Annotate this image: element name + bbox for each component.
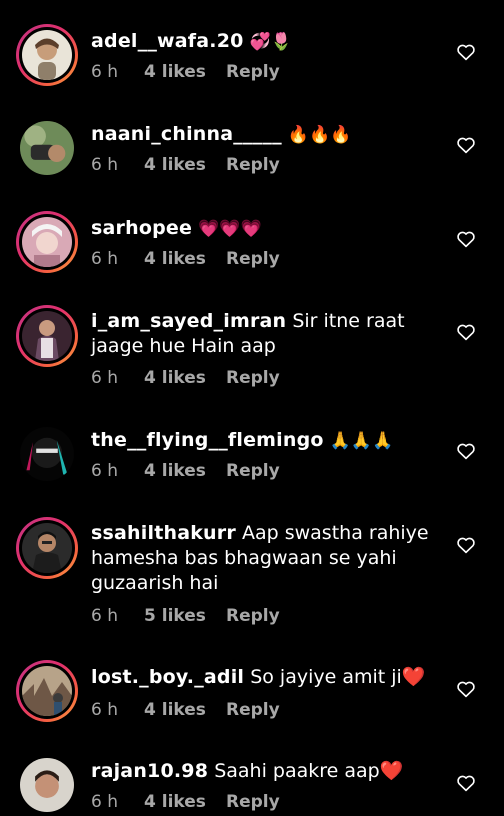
comment-time: 6 h <box>91 792 118 812</box>
likes-count[interactable]: 4 likes <box>144 368 226 388</box>
avatar[interactable] <box>16 24 78 86</box>
comment-meta: 6 h 5 likes Reply <box>91 606 280 626</box>
comment-text: the__flying__flemingo 🙏🙏🙏 <box>91 428 451 454</box>
comment-username[interactable]: i_am_sayed_imran <box>91 310 286 332</box>
reply-button[interactable]: Reply <box>226 700 280 720</box>
comment-body: 💗💗💗 <box>198 219 262 239</box>
avatar-photo <box>20 121 74 175</box>
avatar[interactable] <box>16 305 78 367</box>
comment-time: 6 h <box>91 606 118 626</box>
avatar[interactable] <box>16 423 78 485</box>
comment-text: naani_chinna_____ 🔥🔥🔥 <box>91 122 451 148</box>
reply-button[interactable]: Reply <box>226 249 280 269</box>
comment-body: 🔥🔥🔥 <box>287 125 352 145</box>
comment-username[interactable]: lost._boy._adil <box>91 666 244 688</box>
avatar-photo <box>22 30 72 80</box>
likes-count[interactable]: 4 likes <box>144 155 226 175</box>
avatar[interactable] <box>16 660 78 722</box>
reply-button[interactable]: Reply <box>226 368 280 388</box>
likes-count[interactable]: 4 likes <box>144 700 226 720</box>
comment-time: 6 h <box>91 461 118 481</box>
comments-list: adel__wafa.20 💞🌷 6 h 4 likes Reply naani… <box>0 0 504 816</box>
likes-count[interactable]: 4 likes <box>144 62 226 82</box>
comment-username[interactable]: naani_chinna_____ <box>91 123 282 145</box>
comment-username[interactable]: ssahilthakurr <box>91 522 236 544</box>
avatar-photo <box>20 427 74 481</box>
like-heart-icon[interactable] <box>456 323 476 343</box>
reply-button[interactable]: Reply <box>226 155 280 175</box>
comment-meta: 6 h 4 likes Reply <box>91 62 280 82</box>
comment-meta: 6 h 4 likes Reply <box>91 792 280 812</box>
comment-time: 6 h <box>91 368 118 388</box>
comment-body: Saahi paakre aap❤️ <box>214 760 404 782</box>
comment-username[interactable]: sarhopee <box>91 217 192 239</box>
comment-body: 🙏🙏🙏 <box>329 431 394 451</box>
avatar[interactable] <box>16 211 78 273</box>
comment-text: sarhopee 💗💗💗 <box>91 216 451 242</box>
comment-username[interactable]: the__flying__flemingo <box>91 429 324 451</box>
comment-meta: 6 h 4 likes Reply <box>91 461 280 481</box>
avatar[interactable] <box>16 517 78 579</box>
comment-text: lost._boy._adil So jayiye amit ji❤️ <box>91 665 451 690</box>
comment-time: 6 h <box>91 155 118 175</box>
like-heart-icon[interactable] <box>456 230 476 250</box>
comment-body: So jayiye amit ji❤️ <box>250 666 426 688</box>
comment-username[interactable]: rajan10.98 <box>91 760 208 782</box>
like-heart-icon[interactable] <box>456 43 476 63</box>
avatar-photo <box>22 523 72 573</box>
comment-meta: 6 h 4 likes Reply <box>91 368 280 388</box>
avatar[interactable] <box>16 117 78 179</box>
avatar-photo <box>22 217 72 267</box>
comment-username[interactable]: adel__wafa.20 <box>91 30 244 52</box>
comment-text: ssahilthakurr Aap swastha rahiye hamesha… <box>91 521 451 596</box>
reply-button[interactable]: Reply <box>226 461 280 481</box>
like-heart-icon[interactable] <box>456 680 476 700</box>
avatar-photo <box>22 666 72 716</box>
likes-count[interactable]: 4 likes <box>144 249 226 269</box>
comment-meta: 6 h 4 likes Reply <box>91 249 280 269</box>
comment-body: 💞🌷 <box>249 32 292 52</box>
likes-count[interactable]: 4 likes <box>144 461 226 481</box>
comment-time: 6 h <box>91 700 118 720</box>
comment-text: adel__wafa.20 💞🌷 <box>91 29 451 55</box>
comment-text: rajan10.98 Saahi paakre aap❤️ <box>91 759 451 784</box>
avatar-photo <box>20 758 74 812</box>
like-heart-icon[interactable] <box>456 536 476 556</box>
likes-count[interactable]: 4 likes <box>144 792 226 812</box>
reply-button[interactable]: Reply <box>226 62 280 82</box>
like-heart-icon[interactable] <box>456 774 476 794</box>
comment-meta: 6 h 4 likes Reply <box>91 700 280 720</box>
comment-time: 6 h <box>91 62 118 82</box>
likes-count[interactable]: 5 likes <box>144 606 226 626</box>
like-heart-icon[interactable] <box>456 136 476 156</box>
comment-text: i_am_sayed_imran Sir itne raat jaage hue… <box>91 309 451 359</box>
reply-button[interactable]: Reply <box>226 606 280 626</box>
comment-meta: 6 h 4 likes Reply <box>91 155 280 175</box>
avatar-photo <box>22 311 72 361</box>
avatar[interactable] <box>16 754 78 816</box>
comment-time: 6 h <box>91 249 118 269</box>
reply-button[interactable]: Reply <box>226 792 280 812</box>
like-heart-icon[interactable] <box>456 442 476 462</box>
